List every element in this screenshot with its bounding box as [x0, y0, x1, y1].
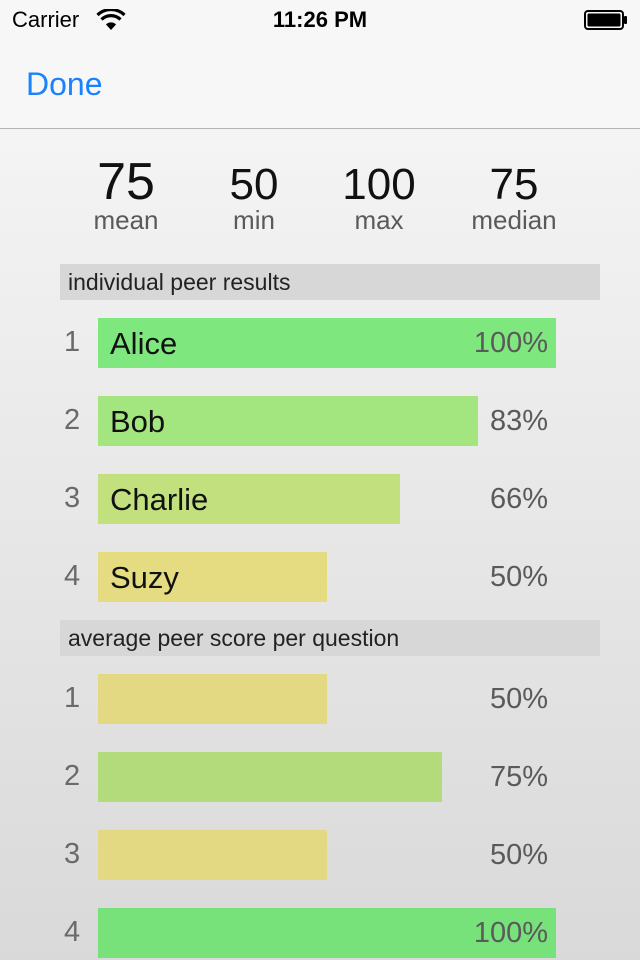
question-score-row[interactable]: 2 75%: [0, 752, 640, 802]
row-rank: 4: [64, 560, 81, 592]
stat-min-value: 50: [229, 160, 279, 209]
score-bar: [98, 752, 442, 802]
stat-mean-value: 75: [97, 153, 155, 211]
stat-median-value: 75: [489, 160, 539, 209]
row-rank: 2: [64, 404, 81, 436]
stat-median: 75 median: [444, 155, 584, 235]
peer-name: Bob: [110, 404, 166, 439]
section-title: individual peer results: [68, 269, 291, 295]
summary-stats: 75 mean 50 min 100 max 75 median: [0, 155, 640, 235]
row-rank: 3: [64, 482, 81, 514]
score-bar: Bob: [98, 396, 478, 446]
question-score-row[interactable]: 1 50%: [0, 674, 640, 724]
score-percent: 100%: [473, 327, 548, 359]
score-percent: 50%: [489, 561, 548, 593]
stat-max-label: max: [354, 205, 404, 235]
score-percent: 50%: [489, 839, 548, 871]
peer-result-row[interactable]: 4 Suzy 50%: [0, 552, 640, 602]
score-percent: 66%: [489, 483, 548, 515]
navigation-bar: Done: [0, 40, 640, 129]
question-score-row[interactable]: 3 50%: [0, 830, 640, 880]
score-bar: [98, 674, 327, 724]
stat-mean-label: mean: [93, 205, 159, 235]
score-bar: [98, 830, 327, 880]
stat-min: 50 min: [184, 155, 324, 235]
score-percent: 75%: [489, 761, 548, 793]
stat-mean: 75 mean: [56, 153, 196, 235]
score-bar: Suzy: [98, 552, 327, 602]
peer-name: Alice: [110, 326, 178, 361]
peer-result-row[interactable]: 3 Charlie 66%: [0, 474, 640, 524]
row-rank: 1: [64, 682, 81, 714]
score-bar: Charlie: [98, 474, 400, 524]
stat-min-label: min: [233, 205, 275, 235]
row-rank: 1: [64, 326, 81, 358]
peer-name: Charlie: [110, 482, 209, 517]
row-rank: 4: [64, 916, 81, 948]
clock: 11:26 PM: [272, 7, 368, 32]
status-bar: Carrier 11:26 PM: [0, 0, 640, 40]
done-button[interactable]: Done: [26, 66, 103, 103]
stat-max-value: 100: [342, 160, 416, 209]
peer-result-row[interactable]: 1 Alice 100%: [0, 318, 640, 368]
peer-result-row[interactable]: 2 Bob 83%: [0, 396, 640, 446]
section-header-per-question: average peer score per question: [60, 620, 600, 656]
row-rank: 3: [64, 838, 81, 870]
peer-name: Suzy: [110, 560, 179, 595]
section-title: average peer score per question: [68, 625, 400, 651]
section-header-individual: individual peer results: [60, 264, 600, 300]
score-percent: 83%: [489, 405, 548, 437]
score-percent: 50%: [489, 683, 548, 715]
stat-median-label: median: [471, 205, 557, 235]
stat-max: 100 max: [309, 155, 449, 235]
score-percent: 100%: [473, 917, 548, 949]
battery-icon: [584, 10, 627, 30]
question-score-row[interactable]: 4 100%: [0, 908, 640, 958]
row-rank: 2: [64, 760, 81, 792]
